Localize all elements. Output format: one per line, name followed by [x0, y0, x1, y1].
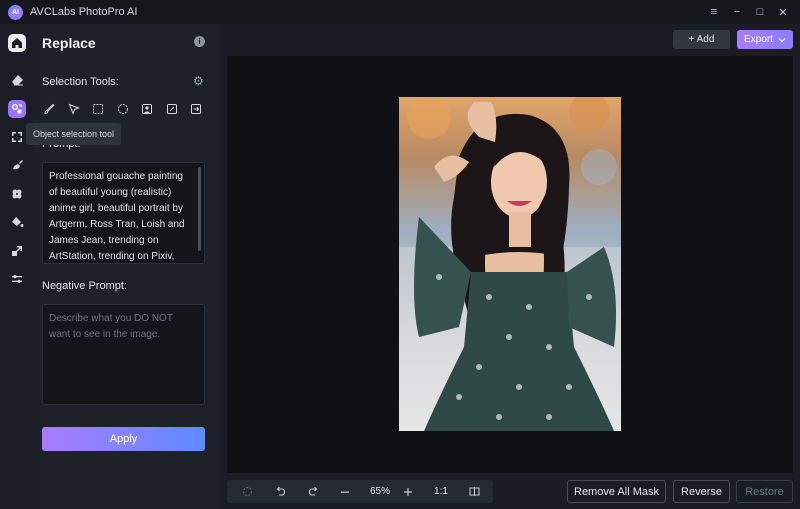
app-window: AI AVCLabs PhotoPro AI ≡ − □ ✕ Replace i…: [0, 0, 800, 509]
portrait-select-icon[interactable]: [138, 100, 156, 118]
info-icon[interactable]: i: [194, 36, 205, 47]
paint-brush-icon[interactable]: [8, 156, 26, 174]
expand-icon[interactable]: [8, 128, 26, 146]
negative-prompt-label: Negative Prompt:: [42, 280, 127, 292]
restore-button[interactable]: Restore: [736, 480, 793, 503]
main-area: + Add Export 65% 1:1 Remove All Mask Rev…: [220, 24, 800, 509]
ellipse-select-icon[interactable]: [114, 100, 132, 118]
remove-all-mask-button[interactable]: Remove All Mask: [567, 480, 666, 503]
compare-icon[interactable]: [463, 480, 485, 503]
import-mask-icon[interactable]: [187, 100, 205, 118]
zoom-out-button[interactable]: [334, 480, 356, 503]
zoom-toolbar: 65% 1:1: [227, 480, 493, 503]
chevron-down-icon: [778, 37, 786, 42]
tool-rail: [0, 24, 34, 509]
gear-icon[interactable]: ⚙: [193, 75, 205, 87]
prompt-textarea[interactable]: Professional gouache painting of beautif…: [42, 162, 205, 264]
adjustments-icon[interactable]: [8, 270, 26, 288]
title-bar: AI AVCLabs PhotoPro AI ≡ − □ ✕: [0, 0, 800, 24]
app-logo-icon: AI: [8, 4, 23, 20]
brush-tool-icon[interactable]: [40, 100, 58, 118]
tool-tooltip: Object selection tool: [26, 123, 122, 145]
image-canvas[interactable]: [227, 56, 793, 473]
replace-panel: Replace i Selection Tools: ⚙ Professiona…: [34, 24, 220, 509]
window-controls: ≡ − □ ✕: [702, 0, 794, 24]
zoom-in-button[interactable]: [397, 480, 419, 503]
maximize-button[interactable]: □: [749, 0, 771, 24]
eraser-icon[interactable]: [8, 71, 26, 89]
panel-title: Replace: [42, 35, 96, 51]
app-title: AVCLabs PhotoPro AI: [30, 6, 138, 18]
selection-tools: [40, 100, 212, 118]
pointer-tool-icon[interactable]: [65, 100, 83, 118]
close-button[interactable]: ✕: [772, 0, 794, 24]
paint-bucket-icon[interactable]: [8, 213, 26, 231]
negative-prompt-textarea[interactable]: Describe what you DO NOT want to see in …: [42, 304, 205, 405]
fan-icon[interactable]: [8, 185, 26, 203]
negative-prompt-placeholder: Describe what you DO NOT want to see in …: [49, 313, 173, 340]
export-button[interactable]: Export: [737, 30, 793, 49]
resize-icon[interactable]: [8, 242, 26, 260]
replace-icon[interactable]: [8, 100, 26, 118]
export-label: Export: [744, 34, 773, 45]
portrait-photo: [399, 97, 621, 431]
home-icon[interactable]: [8, 34, 26, 52]
selection-tools-label: Selection Tools:: [42, 76, 119, 88]
zoom-level: 65%: [369, 486, 390, 497]
reverse-button[interactable]: Reverse: [673, 480, 730, 503]
minimize-button[interactable]: −: [726, 0, 748, 24]
edit-mask-icon[interactable]: [163, 100, 181, 118]
menu-icon[interactable]: ≡: [703, 0, 725, 24]
undo-icon[interactable]: [269, 480, 291, 503]
prompt-text: Professional gouache painting of beautif…: [49, 171, 185, 262]
add-button[interactable]: + Add: [673, 30, 730, 49]
rectangle-select-icon[interactable]: [89, 100, 107, 118]
actual-size-button[interactable]: 1:1: [427, 480, 455, 503]
loading-icon[interactable]: [236, 480, 258, 503]
prompt-scrollbar[interactable]: [198, 167, 201, 251]
redo-icon[interactable]: [302, 480, 324, 503]
apply-button[interactable]: Apply: [42, 427, 205, 451]
